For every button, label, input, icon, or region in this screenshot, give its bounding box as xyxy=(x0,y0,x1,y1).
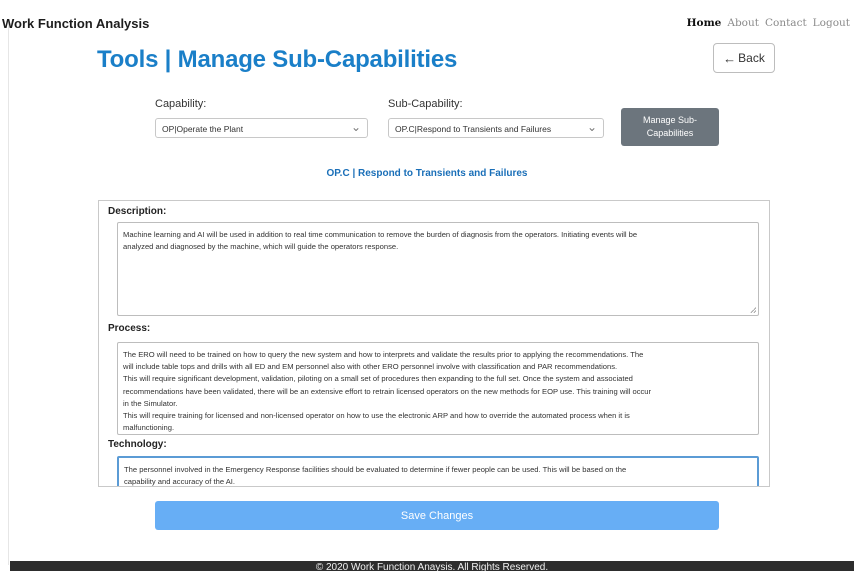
nav-about-link[interactable]: About xyxy=(727,17,759,29)
description-textarea[interactable]: Machine learning and AI will be used in … xyxy=(117,222,759,316)
technology-label: Technology: xyxy=(108,439,167,450)
process-line: This will require significant developmen… xyxy=(123,374,633,384)
technology-textarea[interactable]: The personnel involved in the Emergency … xyxy=(117,456,759,487)
selected-subcapability-title: OP.C | Respond to Transients and Failure… xyxy=(326,168,528,179)
footer: © 2020 Work Function Anaysis. All Rights… xyxy=(10,561,854,571)
process-line: recommendations have been validated, the… xyxy=(123,386,652,396)
process-line: The ERO will need to be trained on how t… xyxy=(123,350,644,359)
process-line: malfunctioning. xyxy=(123,423,175,433)
chevron-down-icon: ⌄ xyxy=(350,120,361,134)
subcapability-select[interactable]: OP.C|Respond to Transients and Failures … xyxy=(388,118,604,138)
technology-line: The personnel involved in the Emergency … xyxy=(124,465,627,474)
capability-select-value: OP|Operate the Plant xyxy=(162,124,244,134)
manage-button-line1: Manage Sub- xyxy=(642,115,698,125)
back-button[interactable]: ← Back xyxy=(713,43,775,73)
nav-links: Home About Contact Logout xyxy=(681,17,850,29)
process-line: will include table tops and drills with … xyxy=(123,362,618,372)
top-navbar: Work Function Analysis Home About Contact L… xyxy=(0,0,854,46)
subcapability-select-value: OP.C|Respond to Transients and Failures xyxy=(395,124,552,134)
nav-logout-link[interactable]: Logout xyxy=(813,17,850,29)
description-label: Description: xyxy=(108,206,167,217)
chevron-down-icon: ⌄ xyxy=(586,120,597,134)
save-changes-button[interactable]: Save Changes xyxy=(155,501,719,530)
process-label: Process: xyxy=(108,323,151,334)
details-panel: Description: Machine learning and AI wil… xyxy=(98,200,770,487)
arrow-left-icon: ← xyxy=(723,50,737,66)
page-edge xyxy=(8,20,9,565)
capability-select[interactable]: OP|Operate the Plant ⌄ xyxy=(155,118,368,138)
brand-title[interactable]: Work Function Analysis xyxy=(2,16,149,31)
manage-subcapabilities-button[interactable]: Manage Sub- Capabilities xyxy=(621,108,719,146)
resize-handle-icon[interactable] xyxy=(750,307,756,313)
technology-line: capability and accuracy of the AI. xyxy=(124,477,236,487)
manage-button-line2: Capabilities xyxy=(646,128,694,138)
nav-home-link[interactable]: Home xyxy=(687,17,722,29)
process-line: This will require training for licensed … xyxy=(123,411,630,421)
nav-contact-link[interactable]: Contact xyxy=(765,17,807,29)
process-textarea[interactable]: The ERO will need to be trained on how t… xyxy=(117,342,759,435)
capability-label: Capability: xyxy=(155,98,207,110)
back-button-label: Back xyxy=(738,51,765,65)
footer-copyright: © 2020 Work Function Anaysis. All Rights… xyxy=(315,562,549,571)
subcapability-label: Sub-Capability: xyxy=(388,98,463,110)
description-line: Machine learning and AI will be used in … xyxy=(123,230,638,239)
page-title: Tools | Manage Sub-Capabilities xyxy=(97,46,458,73)
description-line: analyzed and diagnosed by the machine, w… xyxy=(123,242,399,252)
process-line: in the Simulator. xyxy=(123,398,178,408)
